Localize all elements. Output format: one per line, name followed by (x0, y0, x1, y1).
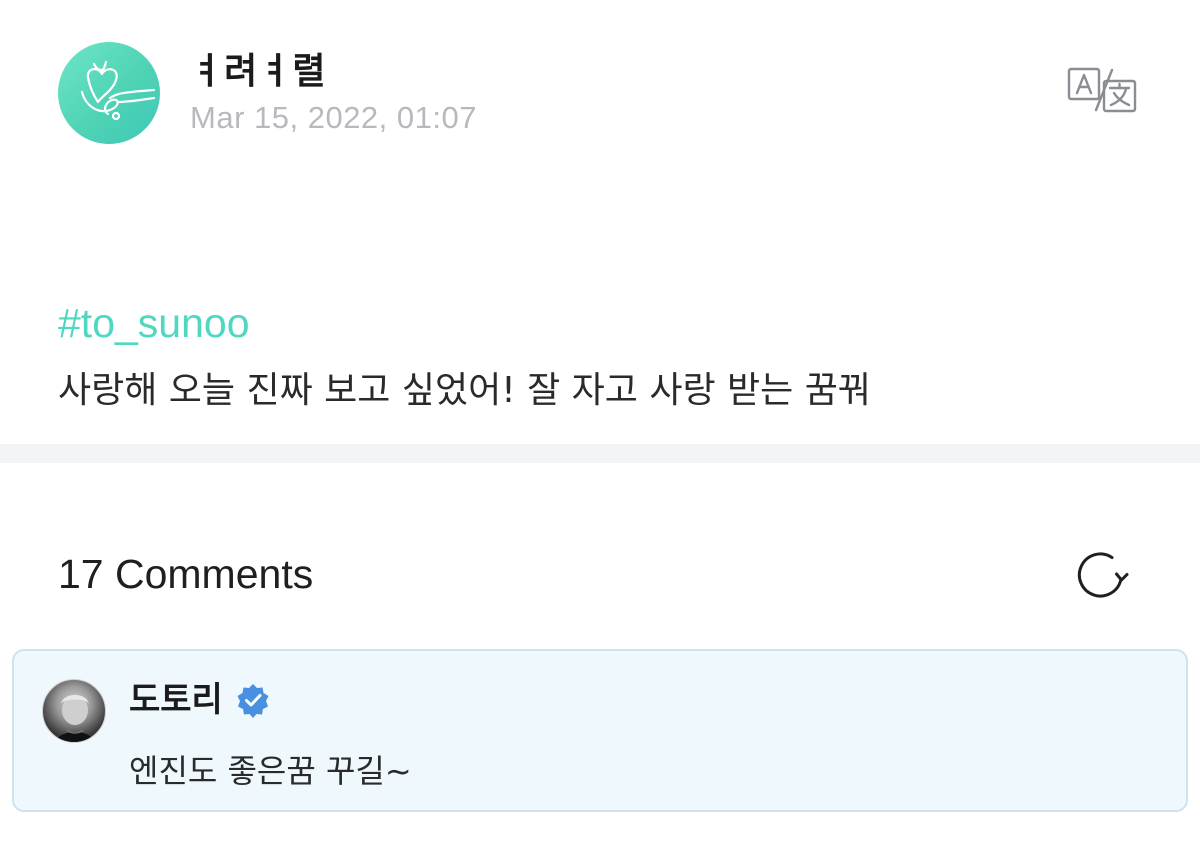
author-avatar[interactable] (58, 42, 160, 144)
commenter-name-row: 도토리 (129, 679, 271, 721)
comment-card[interactable]: 도토리 엔진도 좋은꿈 꾸길~ (12, 649, 1188, 812)
commenter-name[interactable]: 도토리 (129, 679, 223, 721)
comments-count-title: 17 Comments (58, 551, 314, 597)
post-hashtag[interactable]: #to_sunoo (58, 300, 250, 346)
comment-text: 엔진도 좋은꿈 꾸길~ (129, 752, 412, 790)
verified-badge-icon (237, 684, 269, 718)
post-header: ㅕ려ㅕ렬 Mar 15, 2022, 01:07 (58, 42, 477, 144)
author-block: ㅕ려ㅕ렬 Mar 15, 2022, 01:07 (190, 50, 477, 136)
refresh-comments-button[interactable] (1072, 546, 1132, 606)
commenter-avatar[interactable] (42, 679, 106, 743)
translate-button[interactable] (1066, 66, 1138, 114)
author-name[interactable]: ㅕ려ㅕ렬 (190, 50, 477, 94)
profile-photo-icon (55, 695, 95, 742)
section-divider (0, 444, 1200, 463)
post-date: Mar 15, 2022, 01:07 (190, 100, 477, 135)
post-page: ㅕ려ㅕ렬 Mar 15, 2022, 01:07 #to_sunoo 사랑해 오… (0, 0, 1200, 853)
heart-doodle-icon (80, 60, 156, 121)
refresh-icon (1077, 552, 1129, 598)
translate-icon (1067, 67, 1137, 113)
post-text: 사랑해 오늘 진짜 보고 싶었어! 잘 자고 사랑 받는 꿈꿔 (58, 370, 871, 411)
